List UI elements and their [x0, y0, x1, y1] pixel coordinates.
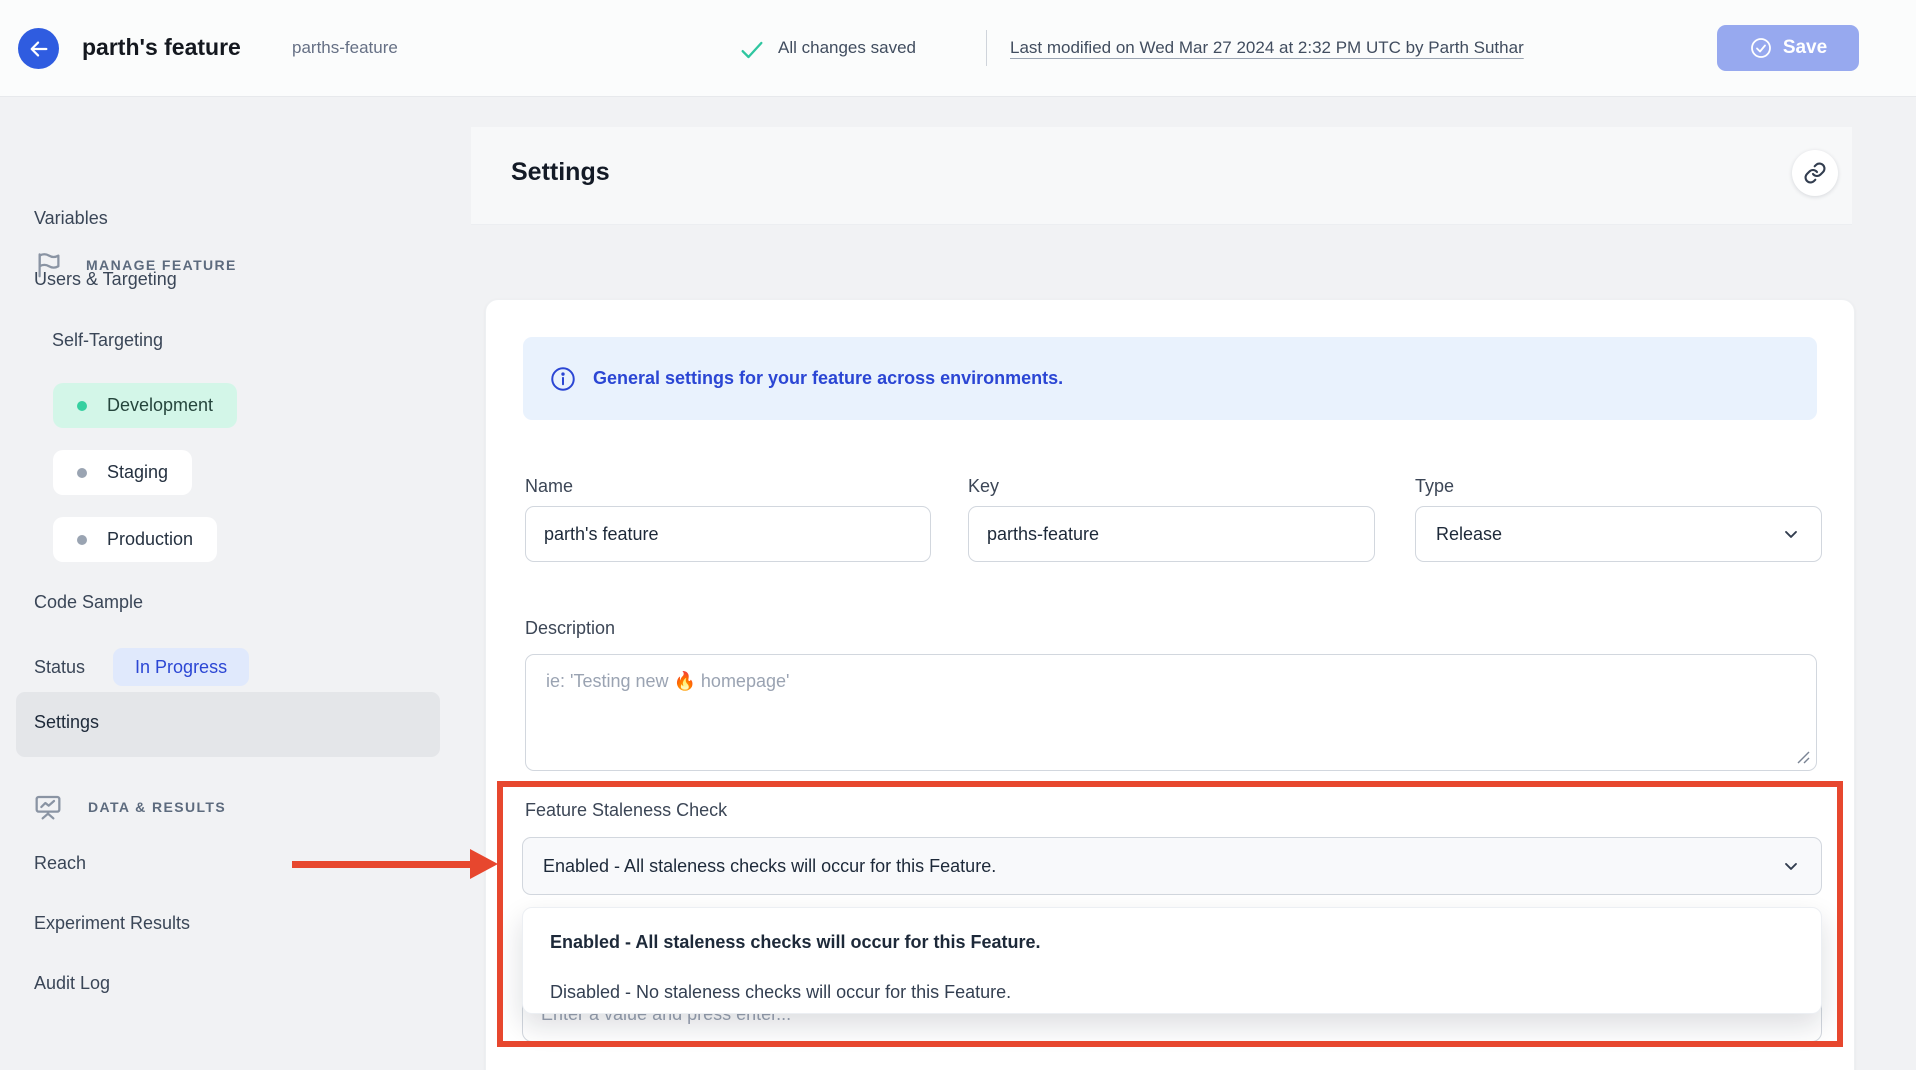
sidebar-env-production[interactable]: Production	[53, 517, 217, 562]
env-dot-icon	[77, 401, 87, 411]
staleness-label: Feature Staleness Check	[525, 800, 727, 821]
description-label: Description	[525, 618, 615, 639]
settings-panel-header	[471, 127, 1852, 225]
save-status-text: All changes saved	[778, 38, 916, 58]
type-select[interactable]: Release	[1415, 506, 1822, 562]
sidebar-env-staging[interactable]: Staging	[53, 450, 192, 495]
sidebar-item-variables[interactable]: Variables	[34, 208, 108, 229]
back-button[interactable]	[18, 28, 59, 69]
feature-key: parths-feature	[292, 38, 398, 58]
info-banner: General settings for your feature across…	[523, 337, 1817, 420]
top-header: parth's feature parths-feature All chang…	[0, 0, 1916, 97]
sidebar: MANAGE FEATURE Variables Users & Targeti…	[0, 97, 460, 1070]
staleness-select[interactable]: Enabled - All staleness checks will occu…	[522, 837, 1822, 895]
chevron-down-icon	[1781, 524, 1801, 544]
link-icon	[1803, 161, 1827, 185]
env-label: Staging	[107, 462, 168, 483]
type-label: Type	[1415, 476, 1454, 497]
env-dot-icon	[77, 535, 87, 545]
key-label: Key	[968, 476, 999, 497]
last-modified-link[interactable]: Last modified on Wed Mar 27 2024 at 2:32…	[1010, 38, 1524, 58]
status-badge: In Progress	[113, 648, 249, 686]
sidebar-item-experiment-results[interactable]: Experiment Results	[34, 913, 190, 934]
sidebar-item-settings[interactable]: Settings	[16, 692, 440, 757]
sidebar-item-audit-log[interactable]: Audit Log	[34, 973, 110, 994]
env-label: Production	[107, 529, 193, 550]
check-icon	[738, 36, 766, 64]
key-field[interactable]	[968, 506, 1375, 562]
type-select-value: Release	[1436, 524, 1502, 545]
sidebar-env-development[interactable]: Development	[53, 383, 237, 428]
sidebar-item-self-targeting[interactable]: Self-Targeting	[52, 330, 163, 351]
name-label: Name	[525, 476, 573, 497]
sidebar-section-data-results: DATA & RESULTS	[32, 791, 226, 823]
sidebar-item-label: Settings	[34, 712, 99, 733]
info-icon	[549, 365, 577, 393]
sidebar-item-code-sample[interactable]: Code Sample	[34, 592, 143, 613]
header-divider	[986, 30, 987, 66]
sidebar-item-reach[interactable]: Reach	[34, 853, 86, 874]
save-button[interactable]: Save	[1717, 25, 1859, 71]
copy-link-button[interactable]	[1792, 150, 1838, 196]
description-field[interactable]	[525, 654, 1817, 771]
dropdown-option-disabled[interactable]: Disabled - No staleness checks will occu…	[550, 982, 1794, 1003]
dropdown-option-enabled[interactable]: Enabled - All staleness checks will occu…	[550, 932, 1794, 953]
description-field-wrap	[525, 654, 1817, 771]
name-field[interactable]	[525, 506, 931, 562]
back-arrow-icon	[28, 38, 50, 60]
staleness-select-value: Enabled - All staleness checks will occu…	[543, 856, 996, 877]
env-label: Development	[107, 395, 213, 416]
sidebar-section-label: DATA & RESULTS	[88, 799, 226, 815]
sidebar-item-status[interactable]: Status In Progress	[34, 648, 249, 686]
feature-title: parth's feature	[82, 34, 241, 61]
presentation-chart-icon	[32, 791, 64, 823]
sidebar-item-users-targeting[interactable]: Users & Targeting	[34, 269, 177, 290]
page-title: Settings	[511, 158, 610, 187]
staleness-dropdown-menu: Enabled - All staleness checks will occu…	[522, 907, 1822, 1014]
info-banner-text: General settings for your feature across…	[593, 368, 1063, 389]
resize-handle-icon[interactable]	[1797, 751, 1810, 764]
circle-check-icon	[1749, 36, 1773, 60]
status-label: Status	[34, 657, 85, 678]
save-button-label: Save	[1783, 37, 1827, 59]
chevron-down-icon	[1781, 856, 1801, 876]
env-dot-icon	[77, 468, 87, 478]
